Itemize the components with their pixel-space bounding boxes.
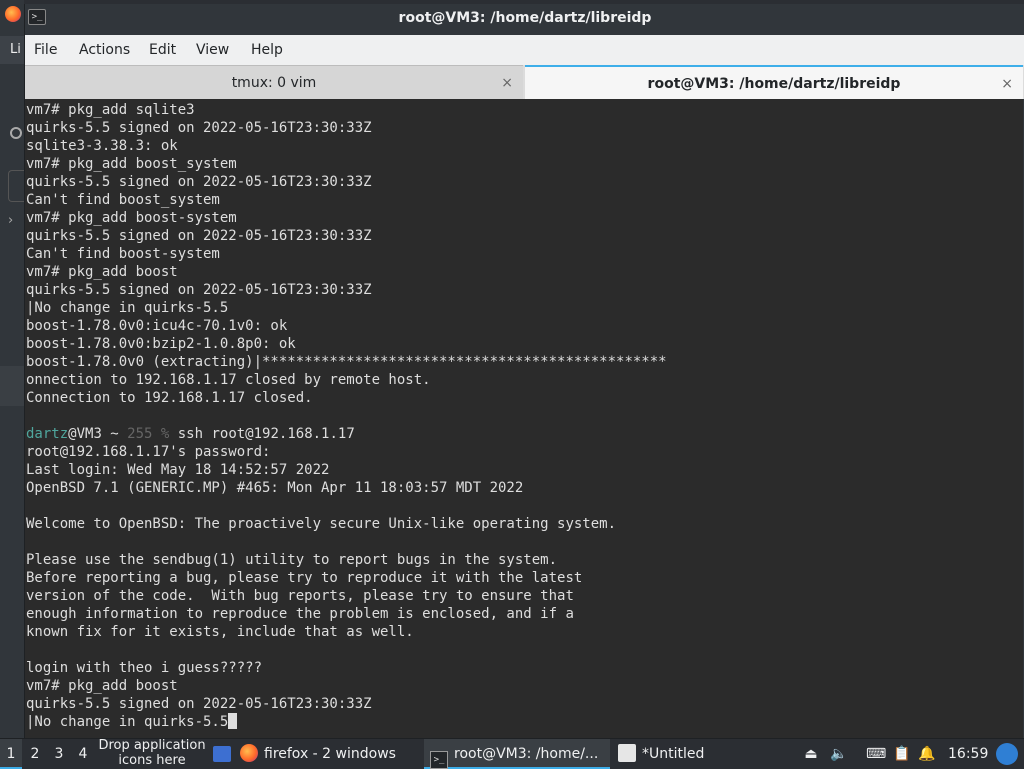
background-window-label: Li xyxy=(0,36,24,64)
menu-bar: File Actions Edit View Help xyxy=(25,35,1024,65)
window-title: root@VM3: /home/dartz/libreidp xyxy=(398,10,652,26)
scrollbar[interactable] xyxy=(1019,99,1023,738)
volume-icon[interactable]: 🔈 xyxy=(830,745,848,763)
firefox-icon xyxy=(5,6,21,22)
terminal-line: quirks-5.5 signed on 2022-05-16T23:30:33… xyxy=(26,174,372,190)
terminal-line: Please use the sendbug(1) utility to rep… xyxy=(26,552,558,568)
terminal-line: enough information to reproduce the prob… xyxy=(26,606,574,622)
terminal-current-line: |No change in quirks-5.5 xyxy=(26,713,1016,731)
menu-actions[interactable]: Actions xyxy=(79,35,130,65)
clock[interactable]: 16:59 xyxy=(948,739,988,769)
circle-icon xyxy=(10,127,22,139)
prompt-exit-status: 255 % xyxy=(127,426,170,442)
taskbar: 1 2 3 4 Drop application icons here fire… xyxy=(0,738,1024,769)
chevron-right-icon: › xyxy=(8,213,14,228)
terminal-line: vm7# pkg_add sqlite3 xyxy=(26,102,195,118)
terminal-line: quirks-5.5 signed on 2022-05-16T23:30:33… xyxy=(26,120,372,136)
prompt-host: @VM3 ~ xyxy=(68,426,128,442)
terminal-output[interactable]: vm7# pkg_add sqlite3 quirks-5.5 signed on… xyxy=(25,99,1023,738)
terminal-line: version of the code. With bug reports, p… xyxy=(26,588,574,604)
terminal-line: Before reporting a bug, please try to re… xyxy=(26,570,583,586)
terminal-line: quirks-5.5 signed on 2022-05-16T23:30:33… xyxy=(26,696,372,712)
tab-tmux[interactable]: tmux: 0 vim × xyxy=(25,65,523,99)
notification-icon[interactable]: 🔔 xyxy=(918,745,936,763)
terminal-line: OpenBSD 7.1 (GENERIC.MP) #465: Mon Apr 1… xyxy=(26,480,524,496)
clipboard-icon[interactable]: 📋 xyxy=(893,745,911,763)
terminal-line: Can't find boost-system xyxy=(26,246,220,262)
prompt-command: ssh root@192.168.1.17 xyxy=(169,426,355,442)
desktop-background: Li › xyxy=(0,0,25,738)
terminal-window: >_ root@VM3: /home/dartz/libreidp File A… xyxy=(24,4,1024,738)
text-cursor xyxy=(228,713,238,729)
menu-edit[interactable]: Edit xyxy=(149,35,176,65)
terminal-line: quirks-5.5 signed on 2022-05-16T23:30:33… xyxy=(26,228,372,244)
menu-view[interactable]: View xyxy=(196,35,229,65)
terminal-line: vm7# pkg_add boost xyxy=(26,264,178,280)
title-bar[interactable]: >_ root@VM3: /home/dartz/libreidp xyxy=(25,4,1024,32)
menu-help[interactable]: Help xyxy=(251,35,283,65)
eject-icon[interactable]: ⏏ xyxy=(802,745,820,763)
terminal-line: vm7# pkg_add boost-system xyxy=(26,210,237,226)
terminal-line-text: |No change in quirks-5.5 xyxy=(26,714,229,730)
terminal-line: |No change in quirks-5.5 xyxy=(26,300,229,316)
task-firefox[interactable]: firefox - 2 windows xyxy=(240,739,420,769)
terminal-icon: >_ xyxy=(430,751,448,769)
workspace-4[interactable]: 4 xyxy=(72,739,94,769)
terminal-line: onnection to 192.168.1.17 closed by remo… xyxy=(26,372,431,388)
task-terminal[interactable]: >_ root@VM3: /home/... xyxy=(424,739,610,769)
shell-prompt-line: dartz@VM3 ~ 255 % ssh root@192.168.1.17 xyxy=(26,425,1016,443)
kde-logo-icon[interactable] xyxy=(996,743,1018,765)
terminal-line: known fix for it exists, include that as… xyxy=(26,624,414,640)
terminal-line: Can't find boost_system xyxy=(26,192,220,208)
tab-label: root@VM3: /home/dartz/libreidp xyxy=(647,76,901,92)
close-icon[interactable]: × xyxy=(501,66,513,100)
workspace-1[interactable]: 1 xyxy=(0,739,22,769)
terminal-line: sqlite3-3.38.3: ok xyxy=(26,138,178,154)
tab-root-vm3[interactable]: root@VM3: /home/dartz/libreidp × xyxy=(525,65,1023,99)
task-label: root@VM3: /home/... xyxy=(454,746,599,762)
task-label: firefox - 2 windows xyxy=(264,746,396,762)
terminal-line: boost-1.78.0v0 (extracting)|************… xyxy=(26,354,667,370)
task-editor[interactable]: *Untitled xyxy=(618,739,738,769)
background-panel xyxy=(8,170,25,202)
terminal-line: Last login: Wed May 18 14:52:57 2022 xyxy=(26,462,330,478)
close-icon[interactable]: × xyxy=(1001,67,1013,101)
terminal-line: boost-1.78.0v0:icu4c-70.1v0: ok xyxy=(26,318,288,334)
terminal-line: Welcome to OpenBSD: The proactively secu… xyxy=(26,516,617,532)
terminal-line: root@192.168.1.17's password: xyxy=(26,444,271,460)
quicklaunch-drop-zone[interactable]: Drop application icons here xyxy=(92,738,212,768)
show-desktop-icon[interactable] xyxy=(213,746,231,762)
menu-file[interactable]: File xyxy=(34,35,57,65)
terminal-line: login with theo i guess????? xyxy=(26,660,263,676)
terminal-line: Connection to 192.168.1.17 closed. xyxy=(26,390,313,406)
workspace-3[interactable]: 3 xyxy=(48,739,70,769)
task-label: *Untitled xyxy=(642,746,705,762)
terminal-line: vm7# pkg_add boost_system xyxy=(26,156,237,172)
workspace-2[interactable]: 2 xyxy=(24,739,46,769)
tab-bar: tmux: 0 vim × root@VM3: /home/dartz/libr… xyxy=(25,65,1024,99)
firefox-icon xyxy=(240,744,258,762)
terminal-line: boost-1.78.0v0:bzip2-1.0.8p0: ok xyxy=(26,336,296,352)
keyboard-icon[interactable]: ⌨ xyxy=(866,745,886,763)
text-editor-icon xyxy=(618,744,636,762)
terminal-line: vm7# pkg_add boost xyxy=(26,678,178,694)
terminal-line: quirks-5.5 signed on 2022-05-16T23:30:33… xyxy=(26,282,372,298)
terminal-text: vm7# pkg_add sqlite3 quirks-5.5 signed on… xyxy=(26,101,1016,731)
prompt-user: dartz xyxy=(26,426,69,442)
tab-label: tmux: 0 vim xyxy=(231,75,317,91)
background-strip xyxy=(0,366,24,406)
